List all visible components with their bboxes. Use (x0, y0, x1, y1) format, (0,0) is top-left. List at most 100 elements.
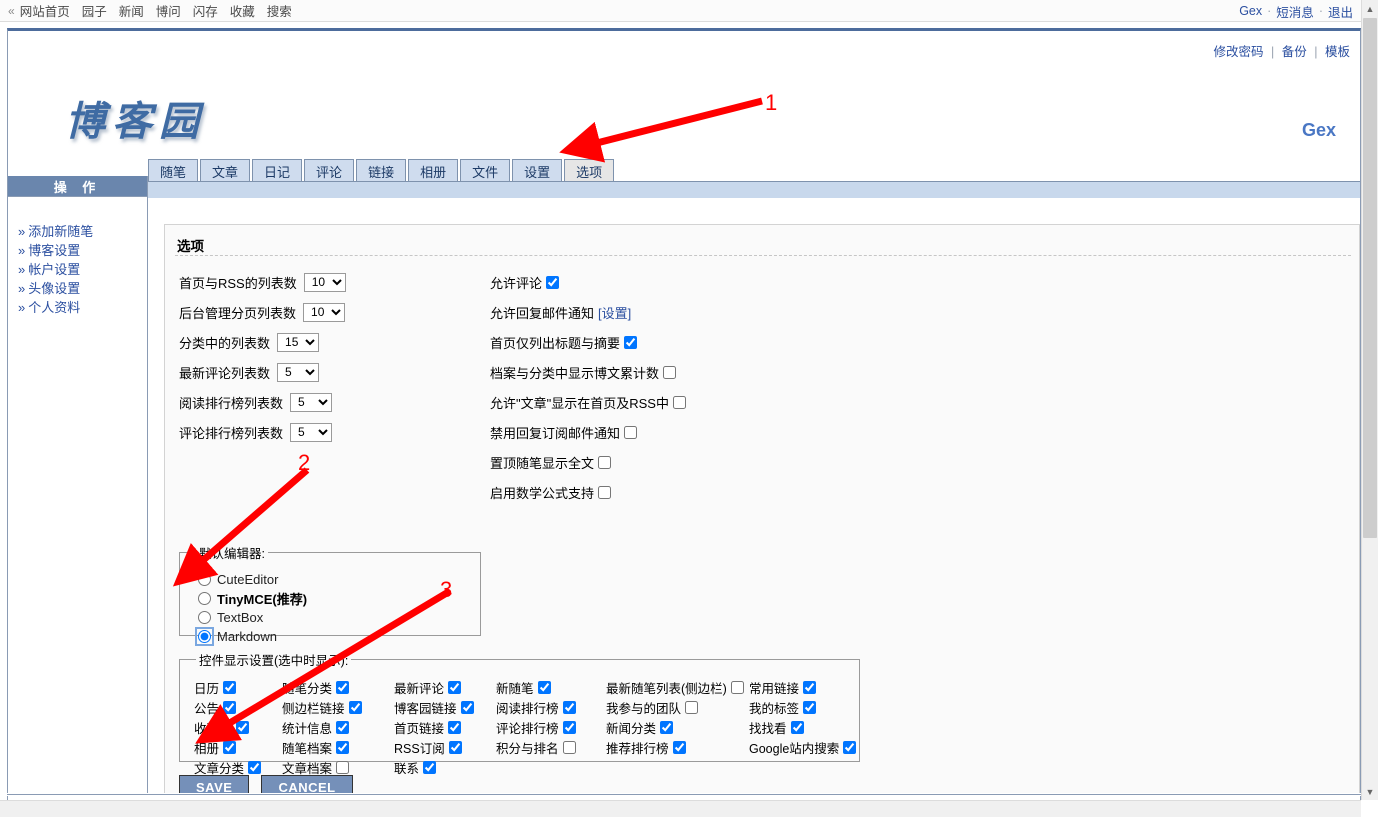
tab-wenzhang[interactable]: 文章 (200, 159, 251, 182)
change-password-link[interactable]: 修改密码 (1214, 45, 1264, 59)
widget-checkbox-15[interactable] (562, 720, 576, 734)
editor-radio-markdown[interactable] (195, 627, 214, 646)
widget-label: 评论排行榜 (496, 721, 559, 736)
sidebar-item-account-settings[interactable]: » 帐户设置 (18, 260, 147, 279)
widget-checkbox-4[interactable] (730, 680, 744, 694)
widget-checkbox-8[interactable] (460, 700, 474, 714)
widget-checkbox-24[interactable] (248, 760, 262, 774)
editor-radio-tinymce[interactable] (198, 592, 211, 605)
nav-link-search[interactable]: 搜索 (267, 1, 292, 20)
nav-link-q-and-a[interactable]: 博问 (156, 1, 181, 20)
tab-xiangce[interactable]: 相册 (408, 159, 459, 182)
vertical-scrollbar-thumb[interactable] (1363, 18, 1377, 538)
checkbox-option-0[interactable] (546, 275, 560, 289)
editor-radio-label[interactable]: TinyMCE(推荐) (217, 589, 307, 608)
editor-radio-label[interactable]: Markdown (217, 629, 277, 644)
checkbox-option-2[interactable] (624, 335, 638, 349)
widget-checkbox-21[interactable] (562, 740, 576, 754)
number-option-select-2[interactable]: 510152030 (277, 332, 320, 352)
logout-link[interactable]: 退出 (1328, 2, 1353, 21)
widget-checkbox-3[interactable] (537, 680, 551, 694)
sidebar-item-label: 帐户设置 (28, 262, 81, 277)
checkbox-option-4[interactable] (672, 395, 686, 409)
nav-link-news[interactable]: 新闻 (119, 1, 144, 20)
user-name-link[interactable]: Gex (1239, 4, 1262, 18)
number-option-select-0[interactable]: 510152030 (303, 272, 346, 292)
widget-checkbox-20[interactable] (448, 740, 462, 754)
widget-checkbox-9[interactable] (562, 700, 576, 714)
widget-checkbox-12[interactable] (235, 720, 249, 734)
widget-checkbox-13[interactable] (336, 720, 350, 734)
vertical-scrollbar[interactable]: ▲ ▼ (1361, 0, 1378, 800)
number-option-select-1[interactable]: 510152030 (303, 302, 346, 322)
checkbox-option-6[interactable] (598, 455, 612, 469)
widget-cell: 新闻分类 (606, 717, 749, 737)
widget-label: 统计信息 (282, 721, 333, 736)
nav-separator-1: · (1267, 4, 1272, 18)
sidebar-item-blog-settings[interactable]: » 博客设置 (18, 241, 147, 260)
widget-checkbox-10[interactable] (685, 700, 699, 714)
widget-checkbox-5[interactable] (803, 680, 817, 694)
widget-checkbox-0[interactable] (223, 680, 237, 694)
editor-radio-label[interactable]: TextBox (217, 610, 263, 625)
widget-checkbox-7[interactable] (348, 700, 362, 714)
widget-checkbox-6[interactable] (223, 700, 237, 714)
nav-link-yuanzi[interactable]: 园子 (82, 1, 107, 20)
widget-checkbox-17[interactable] (790, 720, 804, 734)
editor-radio-label[interactable]: CuteEditor (217, 572, 278, 587)
checkbox-option-label: 档案与分类中显示博文累计数 (490, 365, 660, 381)
checkbox-option-5[interactable] (624, 425, 638, 439)
widget-checkbox-18[interactable] (223, 740, 237, 754)
sidebar-item-profile[interactable]: » 个人资料 (18, 298, 147, 317)
tab-pinglun[interactable]: 评论 (304, 159, 355, 182)
widget-checkbox-16[interactable] (660, 720, 674, 734)
scroll-down-arrow-icon[interactable]: ▼ (1362, 783, 1378, 800)
checkbox-option-7[interactable] (598, 485, 612, 499)
template-link[interactable]: 模板 (1325, 45, 1350, 59)
widget-checkbox-11[interactable] (803, 700, 817, 714)
widget-checkbox-26[interactable] (423, 760, 437, 774)
widget-checkbox-2[interactable] (448, 680, 462, 694)
number-option-select-5[interactable]: 5101520 (290, 422, 333, 442)
widget-checkbox-25[interactable] (336, 760, 350, 774)
widget-checkbox-23[interactable] (843, 740, 857, 754)
email-notify-settings-link[interactable]: [设置] (598, 303, 631, 322)
nav-link-ing[interactable]: 闪存 (193, 1, 218, 20)
tab-suibi[interactable]: 随笔 (148, 159, 199, 182)
widget-cell: 推荐排行榜 (606, 737, 749, 757)
number-option-label: 首页与RSS的列表数 (179, 275, 297, 291)
number-option-select-3[interactable]: 5101520 (277, 362, 320, 382)
widget-checkbox-22[interactable] (672, 740, 686, 754)
main-content: 选项 首页与RSS的列表数 510152030 后台管理分页列表数 510152030… (148, 198, 1360, 793)
nav-link-home[interactable]: 网站首页 (20, 1, 70, 20)
number-option-label: 评论排行榜列表数 (179, 425, 284, 441)
widget-cell: 常用链接 (749, 677, 849, 697)
tab-riji[interactable]: 日记 (252, 159, 303, 182)
sidebar-item-add-new-post[interactable]: » 添加新随笔 (18, 222, 147, 241)
widget-label: Google站内搜索 (749, 741, 840, 756)
backup-link[interactable]: 备份 (1282, 45, 1307, 59)
tab-lianjie[interactable]: 链接 (356, 159, 407, 182)
widget-checkbox-19[interactable] (336, 740, 350, 754)
scroll-up-arrow-icon[interactable]: ▲ (1362, 0, 1378, 17)
number-option-select-4[interactable]: 5101520 (290, 392, 333, 412)
checkbox-option-label: 首页仅列出标题与摘要 (490, 335, 621, 351)
save-button[interactable]: SAVE (179, 775, 250, 793)
cancel-button[interactable]: CANCEL (261, 775, 353, 793)
nav-link-bookmarks[interactable]: 收藏 (230, 1, 255, 20)
tab-shezhi[interactable]: 设置 (512, 159, 563, 182)
editor-radio-textbox[interactable] (198, 611, 211, 624)
widget-checkbox-1[interactable] (336, 680, 350, 694)
widget-label: 新闻分类 (606, 721, 657, 736)
site-frame: 修改密码 | 备份 | 模板 博客园 Gex 随笔 文章 日记 评论 链接 相册… (7, 28, 1361, 793)
checkbox-option-3[interactable] (663, 365, 677, 379)
messages-link[interactable]: 短消息 (1276, 2, 1314, 21)
sidebar-item-avatar-settings[interactable]: » 头像设置 (18, 279, 147, 298)
annotation-label-2: 2 (298, 450, 311, 475)
nav-separator-2: · (1318, 4, 1323, 18)
tab-wenjian[interactable]: 文件 (460, 159, 511, 182)
widget-checkbox-14[interactable] (448, 720, 462, 734)
horizontal-scrollbar[interactable] (0, 800, 1361, 817)
editor-radio-cuteeditor[interactable] (198, 573, 211, 586)
tab-xuanxiang[interactable]: 选项 (564, 159, 615, 182)
